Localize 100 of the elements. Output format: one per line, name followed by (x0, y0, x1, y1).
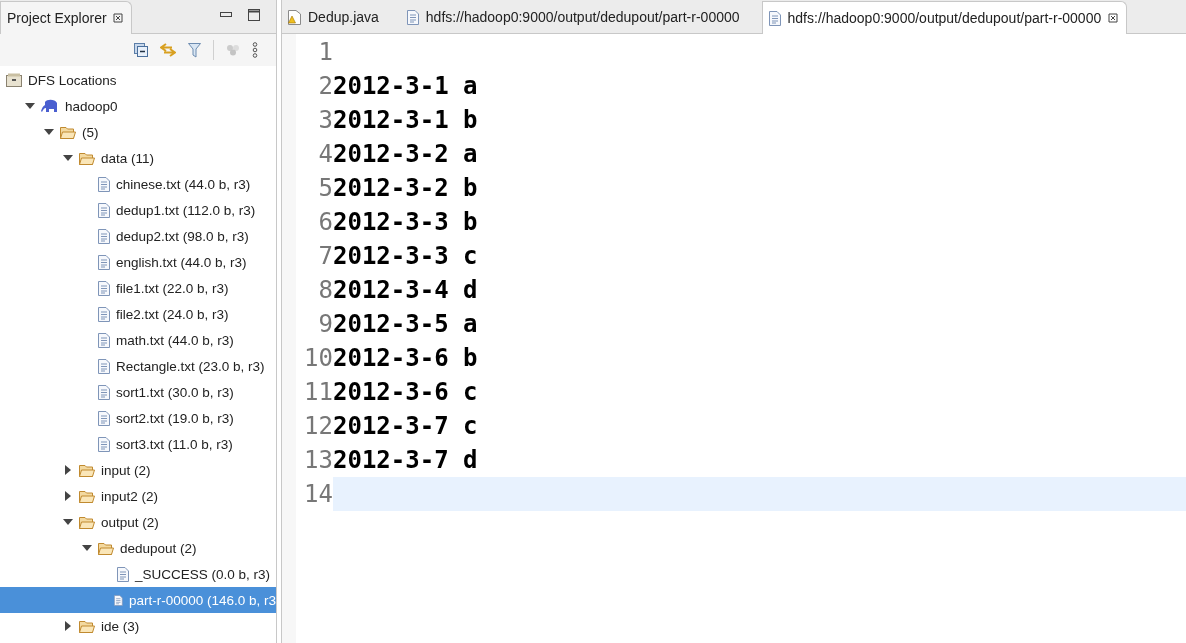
tree-item-label: output (2) (101, 514, 159, 530)
tree-item[interactable]: dedupout (2) (0, 535, 276, 561)
line-number: 5 (317, 174, 333, 202)
tree-item[interactable]: sort3.txt (11.0 b, r3) (0, 431, 276, 457)
code-line: 2012-3-3 b (333, 208, 478, 236)
code-line: 2012-3-7 c (333, 412, 478, 440)
folder-icon (79, 515, 95, 529)
document-icon (98, 358, 110, 374)
document-icon (98, 176, 110, 192)
tree-item-label: english.txt (44.0 b, r3) (116, 254, 247, 270)
document-icon (406, 9, 419, 25)
document-icon (117, 566, 129, 582)
tree-item-label: DFS Locations (28, 72, 117, 88)
tree-item[interactable]: math.txt (44.0 b, r3) (0, 327, 276, 353)
folder-icon (60, 125, 76, 139)
tree-item-label: sort1.txt (30.0 b, r3) (116, 384, 234, 400)
line-number: 4 (317, 140, 333, 168)
tree-item[interactable]: chinese.txt (44.0 b, r3) (0, 171, 276, 197)
editor-tab[interactable]: hdfs://hadoop0:9000/output/dedupout/part-r-00000 (400, 1, 762, 33)
close-icon[interactable] (112, 13, 123, 23)
minimize-icon[interactable] (220, 12, 232, 18)
tree-item-label: _SUCCESS (0.0 b, r3) (135, 566, 271, 582)
tree-item-label: file2.txt (24.0 b, r3) (116, 306, 229, 322)
tree-item-label: data (11) (101, 150, 155, 166)
tree-item[interactable]: file2.txt (24.0 b, r3) (0, 301, 276, 327)
folder-icon (79, 489, 95, 503)
tree-item[interactable]: output (2) (0, 509, 276, 535)
tree-item[interactable]: dedup1.txt (112.0 b, r3) (0, 197, 276, 223)
expand-arrow-icon[interactable] (63, 621, 73, 631)
tree-item-label: sort2.txt (19.0 b, r3) (116, 410, 234, 426)
tree-item[interactable]: ide (3) (0, 613, 276, 639)
document-icon (98, 254, 110, 270)
line-number: 12 (303, 412, 333, 440)
line-number: 10 (303, 344, 333, 372)
document-icon (98, 228, 110, 244)
drawer-icon (6, 73, 22, 87)
tree-item-label: input2 (2) (101, 488, 159, 504)
tree-item[interactable]: dedup2.txt (98.0 b, r3) (0, 223, 276, 249)
collapse-all-icon[interactable] (134, 43, 148, 57)
code-line: 2012-3-3 c (333, 242, 478, 270)
maximize-icon[interactable] (248, 9, 260, 21)
java-file-warning-icon (288, 9, 301, 25)
code-line: 2012-3-1 b (333, 106, 478, 134)
editor-tab[interactable]: hdfs://hadoop0:9000/output/dedupout/part-r-00000 (761, 1, 1128, 34)
tree-item-label: dedup1.txt (112.0 b, r3) (116, 202, 256, 218)
document-icon (98, 410, 110, 426)
folder-icon (79, 463, 95, 477)
code-line: 2012-3-6 c (333, 378, 478, 406)
code-line: 2012-3-2 a (333, 140, 478, 168)
expand-arrow-icon[interactable] (63, 153, 73, 163)
tree-item-label: part-r-00000 (146.0 b, r3 (128, 592, 276, 608)
tree-item[interactable]: Rectangle.txt (23.0 b, r3) (0, 353, 276, 379)
document-icon (98, 436, 110, 452)
view-title: Project Explorer (7, 10, 107, 26)
tree-item-label: Rectangle.txt (23.0 b, r3) (116, 358, 265, 374)
tree-item[interactable]: (5) (0, 119, 276, 145)
tree-item[interactable]: _SUCCESS (0.0 b, r3) (0, 561, 276, 587)
expand-arrow-icon[interactable] (25, 101, 35, 111)
expand-arrow-icon[interactable] (63, 491, 73, 501)
tree-item[interactable]: file1.txt (22.0 b, r3) (0, 275, 276, 301)
tree-item-label: (5) (82, 124, 99, 140)
filter-icon[interactable] (188, 42, 201, 58)
tree-item[interactable]: sort1.txt (30.0 b, r3) (0, 379, 276, 405)
tree-item[interactable]: DFS Locations (0, 67, 276, 93)
document-icon (114, 592, 123, 608)
close-icon[interactable] (1108, 13, 1119, 23)
document-icon (98, 306, 110, 322)
document-icon (98, 280, 110, 296)
document-icon (98, 332, 110, 348)
line-number: 3 (317, 106, 333, 134)
line-number: 7 (317, 242, 333, 270)
expand-arrow-icon[interactable] (82, 543, 92, 553)
tree-item-label: sort3.txt (11.0 b, r3) (116, 436, 233, 452)
tree-item-label: ide (3) (101, 618, 140, 634)
expand-arrow-icon[interactable] (44, 127, 54, 137)
tree-item[interactable]: hadoop0 (0, 93, 276, 119)
code-line: 2012-3-6 b (333, 344, 478, 372)
tree-item[interactable]: english.txt (44.0 b, r3) (0, 249, 276, 275)
line-number: 6 (317, 208, 333, 236)
code-line: 2012-3-4 d (333, 276, 478, 304)
line-number: 9 (317, 310, 333, 338)
tree-item[interactable]: data (11) (0, 145, 276, 171)
expand-arrow-icon[interactable] (63, 465, 73, 475)
code-line: 2012-3-7 d (333, 446, 478, 474)
line-number: 13 (303, 446, 333, 474)
tree-item-label: input (2) (101, 462, 151, 478)
line-number: 2 (317, 72, 333, 100)
line-number: 8 (317, 276, 333, 304)
expand-arrow-icon[interactable] (63, 517, 73, 527)
document-icon (98, 384, 110, 400)
tree-item[interactable]: sort2.txt (19.0 b, r3) (0, 405, 276, 431)
line-number: 11 (303, 378, 333, 406)
editor-tab[interactable]: Dedup.java (282, 1, 401, 33)
folder-icon (79, 151, 95, 165)
tree-item-label: chinese.txt (44.0 b, r3) (116, 176, 251, 192)
tree-item[interactable]: input2 (2) (0, 483, 276, 509)
view-menu-icon[interactable] (252, 42, 258, 58)
view-tab[interactable]: Project Explorer (0, 1, 132, 34)
line-number: 14 (303, 480, 333, 508)
tree-item[interactable]: input (2) (0, 457, 276, 483)
